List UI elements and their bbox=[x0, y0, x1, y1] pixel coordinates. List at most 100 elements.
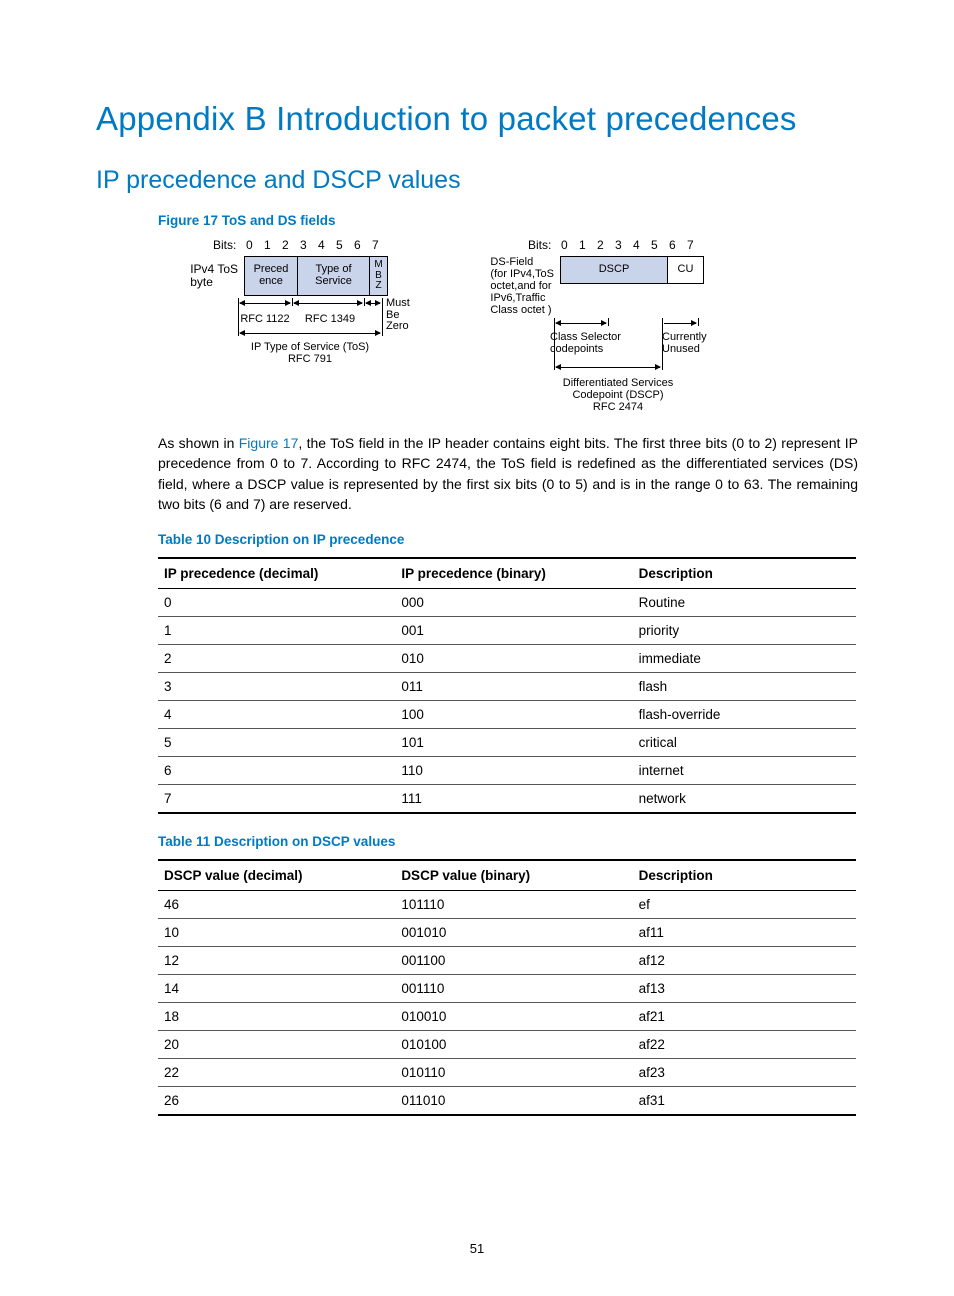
table-header: IP precedence (binary) bbox=[395, 558, 632, 589]
bit: 3 bbox=[294, 238, 312, 252]
mbz-label: MustBeZero bbox=[386, 298, 426, 333]
table-row: 26011010af31 bbox=[158, 1087, 856, 1116]
table-cell: 12 bbox=[158, 947, 395, 975]
table-row: 2010immediate bbox=[158, 645, 856, 673]
bits-label-left: Bits: bbox=[213, 238, 236, 252]
table-header: DSCP value (binary) bbox=[395, 860, 632, 891]
rfc1122-label: RFC 1122 bbox=[232, 314, 298, 326]
table-cell: 001010 bbox=[395, 919, 632, 947]
table-row: 7111network bbox=[158, 785, 856, 814]
bit: 2 bbox=[591, 238, 609, 252]
table-cell: af13 bbox=[633, 975, 856, 1003]
table-cell: 001110 bbox=[395, 975, 632, 1003]
figure-caption: Figure 17 ToS and DS fields bbox=[158, 213, 858, 228]
table-cell: internet bbox=[633, 757, 856, 785]
table-cell: 001 bbox=[395, 617, 632, 645]
table-cell: ef bbox=[633, 891, 856, 919]
rfc1349-label: RFC 1349 bbox=[300, 314, 360, 326]
table-cell: 101110 bbox=[395, 891, 632, 919]
table-row: 0000Routine bbox=[158, 589, 856, 617]
table-cell: 22 bbox=[158, 1059, 395, 1087]
tos-cell: Type ofService bbox=[298, 256, 370, 296]
table-cell: af12 bbox=[633, 947, 856, 975]
cu-cell: CU bbox=[668, 256, 704, 284]
table-ip-precedence: IP precedence (decimal) IP precedence (b… bbox=[158, 557, 856, 814]
bit: 1 bbox=[573, 238, 591, 252]
table-cell: 111 bbox=[395, 785, 632, 814]
table-cell: af21 bbox=[633, 1003, 856, 1031]
table-row: 10001010af11 bbox=[158, 919, 856, 947]
table-cell: 18 bbox=[158, 1003, 395, 1031]
table-cell: 010 bbox=[395, 645, 632, 673]
page-number: 51 bbox=[0, 1241, 954, 1256]
table-header: Description bbox=[633, 860, 856, 891]
table-cell: flash bbox=[633, 673, 856, 701]
bit: 6 bbox=[663, 238, 681, 252]
table-cell: 2 bbox=[158, 645, 395, 673]
table-cell: 6 bbox=[158, 757, 395, 785]
table-cell: 011 bbox=[395, 673, 632, 701]
table-cell: af31 bbox=[633, 1087, 856, 1116]
table-row: 12001100af12 bbox=[158, 947, 856, 975]
table-cell: network bbox=[633, 785, 856, 814]
table-cell: 7 bbox=[158, 785, 395, 814]
paragraph-pre: As shown in bbox=[158, 435, 239, 451]
bit: 0 bbox=[240, 238, 258, 252]
table-cell: af23 bbox=[633, 1059, 856, 1087]
cu-label: CurrentlyUnused bbox=[662, 332, 722, 355]
table-cell: 001100 bbox=[395, 947, 632, 975]
table-cell: priority bbox=[633, 617, 856, 645]
table-dscp-values: DSCP value (decimal) DSCP value (binary)… bbox=[158, 859, 856, 1116]
table-row: 1001priority bbox=[158, 617, 856, 645]
table-header: Description bbox=[633, 558, 856, 589]
table-row: 46101110ef bbox=[158, 891, 856, 919]
table-row: 14001110af13 bbox=[158, 975, 856, 1003]
bit: 1 bbox=[258, 238, 276, 252]
precedence-cell: Precedence bbox=[244, 256, 298, 296]
table-row: 20010100af22 bbox=[158, 1031, 856, 1059]
table-cell: 010100 bbox=[395, 1031, 632, 1059]
ipv4-tos-label: IPv4 ToSbyte bbox=[158, 256, 244, 296]
table-cell: 10 bbox=[158, 919, 395, 947]
bit: 4 bbox=[627, 238, 645, 252]
table11-caption: Table 11 Description on DSCP values bbox=[158, 834, 858, 849]
table-cell: 011010 bbox=[395, 1087, 632, 1116]
table-cell: 4 bbox=[158, 701, 395, 729]
table-row: 3011flash bbox=[158, 673, 856, 701]
bit: 0 bbox=[555, 238, 573, 252]
table-row: 18010010af21 bbox=[158, 1003, 856, 1031]
table-cell: 101 bbox=[395, 729, 632, 757]
table-cell: 1 bbox=[158, 617, 395, 645]
table-row: 22010110af23 bbox=[158, 1059, 856, 1087]
bits-label-right: Bits: bbox=[528, 238, 551, 252]
table-header: IP precedence (decimal) bbox=[158, 558, 395, 589]
table-cell: 0 bbox=[158, 589, 395, 617]
body-paragraph: As shown in Figure 17, the ToS field in … bbox=[158, 433, 858, 514]
table-cell: 000 bbox=[395, 589, 632, 617]
table-cell: critical bbox=[633, 729, 856, 757]
figure-link[interactable]: Figure 17 bbox=[239, 435, 299, 451]
table-cell: af11 bbox=[633, 919, 856, 947]
table10-caption: Table 10 Description on IP precedence bbox=[158, 532, 858, 547]
table-cell: 100 bbox=[395, 701, 632, 729]
table-cell: af22 bbox=[633, 1031, 856, 1059]
class-selector-label: Class Selectorcodepoints bbox=[550, 332, 640, 355]
bit: 7 bbox=[681, 238, 699, 252]
figure-17: Bits: 0 1 2 3 4 5 6 7 IPv4 ToSbyte Prece… bbox=[158, 238, 858, 413]
table-header: DSCP value (decimal) bbox=[158, 860, 395, 891]
tos-bottom-label: IP Type of Service (ToS)RFC 791 bbox=[238, 342, 382, 365]
ds-field-label: DS-Field(for IPv4,ToSoctet,and forIPv6,T… bbox=[448, 256, 560, 316]
bit: 5 bbox=[330, 238, 348, 252]
bit: 7 bbox=[366, 238, 384, 252]
appendix-title: Appendix B Introduction to packet preced… bbox=[96, 100, 858, 138]
mbz-cell: MBZ bbox=[370, 256, 388, 296]
bit: 5 bbox=[645, 238, 663, 252]
table-cell: 20 bbox=[158, 1031, 395, 1059]
bit: 3 bbox=[609, 238, 627, 252]
table-cell: 26 bbox=[158, 1087, 395, 1116]
table-cell: 46 bbox=[158, 891, 395, 919]
bit: 2 bbox=[276, 238, 294, 252]
table-row: 6110internet bbox=[158, 757, 856, 785]
table-cell: immediate bbox=[633, 645, 856, 673]
table-cell: Routine bbox=[633, 589, 856, 617]
